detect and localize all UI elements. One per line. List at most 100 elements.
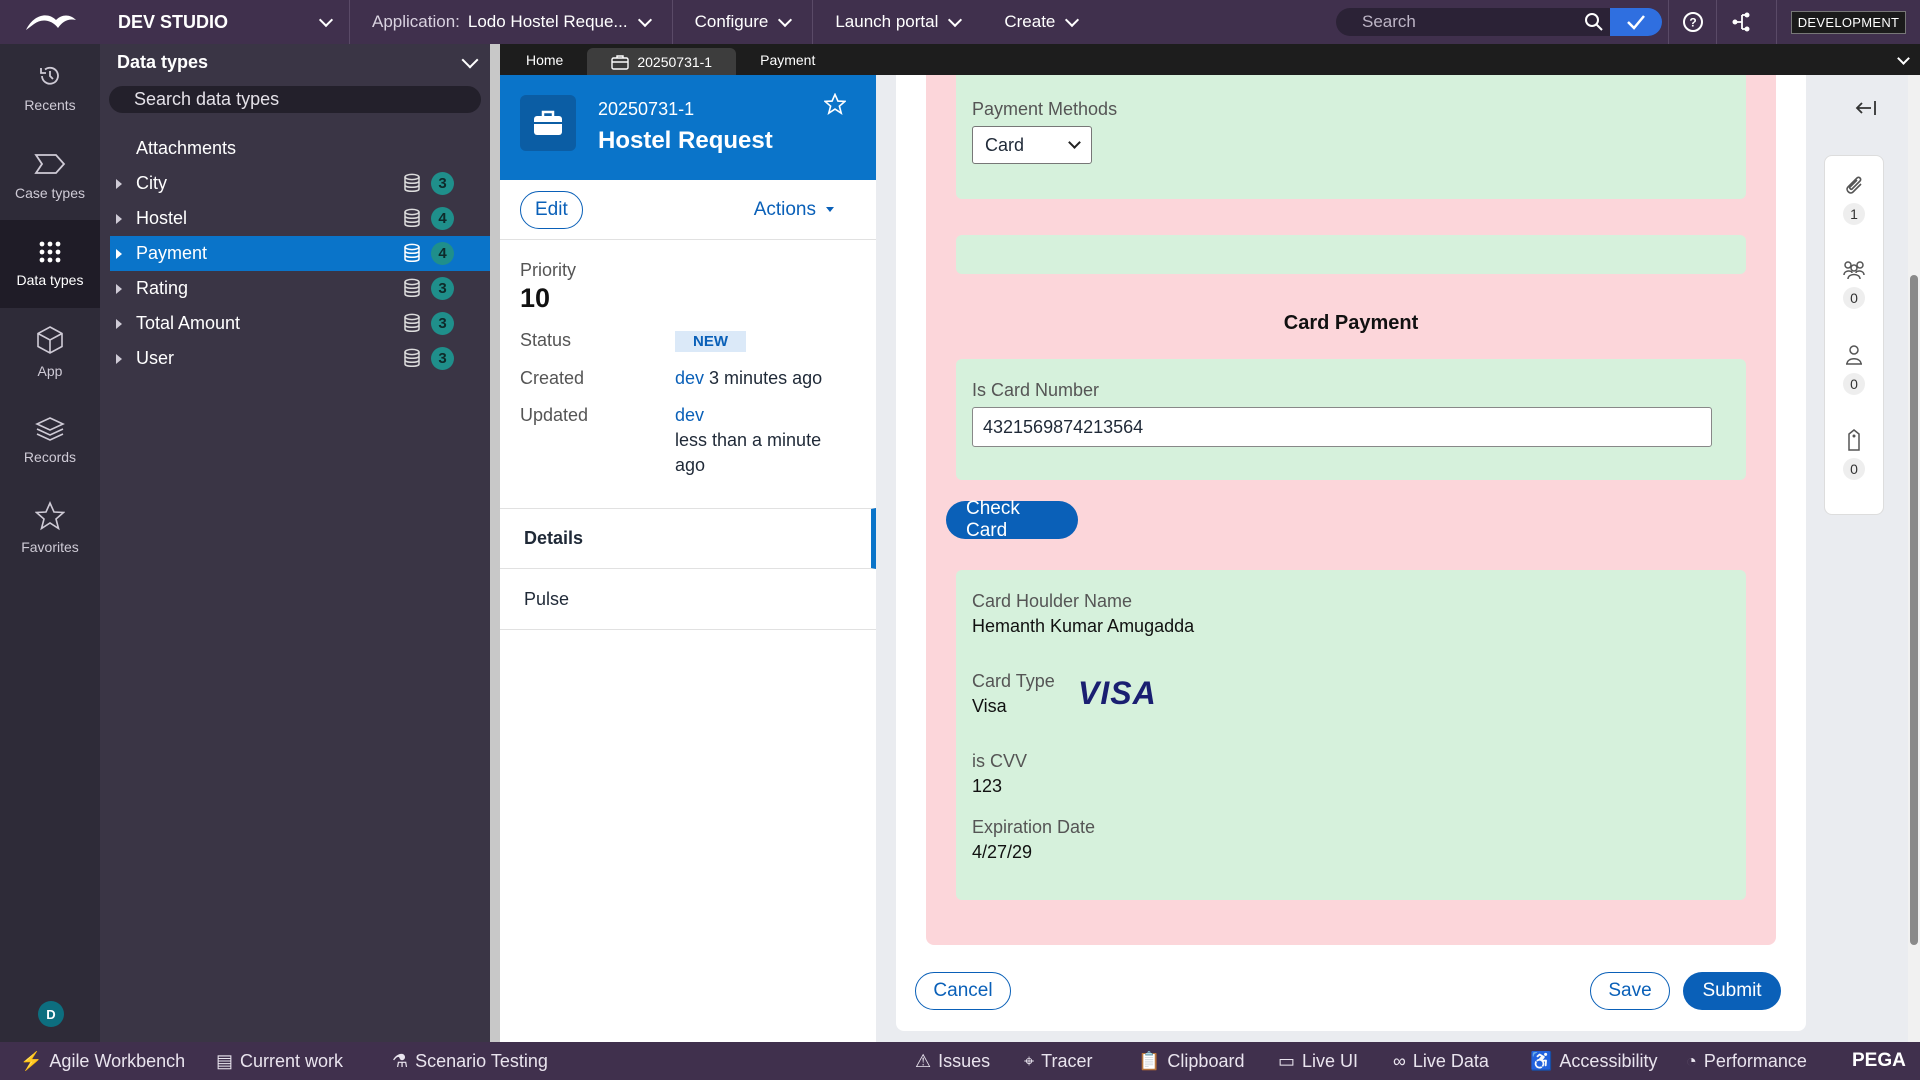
data-type-item[interactable]: Payment 4 bbox=[110, 236, 490, 271]
data-types-explorer: Data types Search data types Attachments… bbox=[100, 44, 490, 1042]
chevron-down-icon bbox=[778, 12, 793, 27]
share-icon[interactable] bbox=[1716, 0, 1764, 44]
chevron-down-icon[interactable] bbox=[1897, 52, 1910, 65]
help-icon[interactable]: ? bbox=[1668, 0, 1716, 44]
live-ui-button[interactable]: ▭ Live UI bbox=[1278, 1042, 1358, 1080]
nav-recents[interactable]: Recents bbox=[0, 44, 100, 132]
accessibility-button[interactable]: ♿ Accessibility bbox=[1530, 1042, 1657, 1080]
tab-home[interactable]: Home bbox=[500, 44, 587, 75]
data-types-search-input[interactable]: Search data types bbox=[109, 86, 481, 113]
studio-switcher[interactable]: DEV STUDIO bbox=[100, 0, 350, 44]
explorer-header[interactable]: Data types bbox=[100, 44, 490, 80]
scenario-testing-button[interactable]: ⚗ Scenario Testing bbox=[392, 1042, 548, 1080]
pega-logo-icon[interactable] bbox=[0, 0, 100, 44]
panel-splitter[interactable] bbox=[490, 44, 500, 1042]
current-work-button[interactable]: ▤ Current work bbox=[216, 1042, 343, 1080]
expand-icon[interactable] bbox=[116, 284, 122, 294]
gauge-icon: ◔ bbox=[1686, 1050, 1697, 1071]
attachments-widget[interactable]: 1 bbox=[1825, 156, 1883, 241]
data-type-item[interactable]: City 3 bbox=[100, 166, 490, 201]
card-number-input[interactable]: 4321569874213564 bbox=[972, 407, 1712, 447]
card-type-label: Card Type bbox=[972, 671, 1055, 691]
data-type-item[interactable]: User 3 bbox=[100, 341, 490, 376]
data-type-item[interactable]: Hostel 4 bbox=[100, 201, 490, 236]
nav-case-types[interactable]: Case types bbox=[0, 132, 100, 220]
issues-button[interactable]: ⚠ Issues bbox=[915, 1042, 990, 1080]
chevron-down-icon bbox=[637, 12, 652, 27]
edit-button[interactable]: Edit bbox=[520, 190, 583, 229]
toolbar-label: Live UI bbox=[1302, 1050, 1359, 1071]
search-icon[interactable] bbox=[1584, 12, 1604, 32]
case-type-icon bbox=[520, 95, 576, 151]
performance-button[interactable]: ◔ Performance bbox=[1686, 1042, 1807, 1080]
database-icon bbox=[404, 313, 420, 332]
actions-menu-button[interactable]: Actions bbox=[754, 199, 834, 221]
data-type-item[interactable]: Total Amount 3 bbox=[100, 306, 490, 341]
configure-menu[interactable]: Configure bbox=[673, 0, 814, 44]
form-card: Payment Methods Card Card Payment Is Car… bbox=[896, 75, 1806, 1031]
scrollbar-thumb[interactable] bbox=[1910, 275, 1918, 945]
updated-by-link[interactable]: dev bbox=[675, 403, 845, 428]
tracer-icon: ⌖ bbox=[1024, 1050, 1035, 1071]
case-title: Hostel Request bbox=[598, 127, 773, 154]
avatar-initial: D bbox=[46, 1006, 56, 1022]
nav-app[interactable]: App bbox=[0, 308, 100, 396]
live-data-button[interactable]: ∞ Live Data bbox=[1393, 1042, 1489, 1080]
nav-data-types[interactable]: Data types bbox=[0, 220, 100, 308]
case-summary-panel: 20250731-1 Hostel Request Edit Actions P… bbox=[500, 75, 876, 1042]
utility-widgets: 1 0 0 0 bbox=[1824, 155, 1884, 515]
favorite-star-icon[interactable] bbox=[824, 93, 846, 115]
nav-records[interactable]: Records bbox=[0, 396, 100, 484]
tags-widget[interactable]: 0 bbox=[1825, 411, 1883, 496]
expand-icon[interactable] bbox=[116, 249, 122, 259]
payment-methods-select[interactable]: Card bbox=[972, 126, 1092, 164]
holder-name-label: Card Houlder Name bbox=[972, 591, 1133, 611]
clipboard-button[interactable]: 📋 Clipboard bbox=[1138, 1042, 1244, 1080]
save-button[interactable]: Save bbox=[1590, 972, 1670, 1010]
visa-logo: VISA bbox=[1078, 675, 1157, 712]
global-search-input[interactable]: Search bbox=[1336, 8, 1662, 36]
data-type-item[interactable]: Rating 3 bbox=[100, 271, 490, 306]
submit-button[interactable]: Submit bbox=[1683, 972, 1781, 1010]
followers-widget[interactable]: 0 bbox=[1825, 241, 1883, 326]
utility-panel: 1 0 0 0 bbox=[1824, 75, 1908, 1042]
search-scope-button[interactable] bbox=[1610, 8, 1662, 36]
data-type-label: Hostel bbox=[136, 208, 188, 228]
nav-favorites[interactable]: Favorites bbox=[0, 484, 100, 572]
expand-icon[interactable] bbox=[116, 214, 122, 224]
launch-portal-menu[interactable]: Launch portal bbox=[813, 0, 982, 44]
agile-workbench-button[interactable]: ⚡ Agile Workbench bbox=[20, 1042, 185, 1080]
toolbar-label: Scenario Testing bbox=[415, 1050, 548, 1071]
collapse-panel-icon[interactable] bbox=[1854, 98, 1878, 118]
data-type-item[interactable]: Attachments bbox=[100, 131, 490, 166]
vertical-scrollbar[interactable] bbox=[1908, 75, 1920, 1042]
expand-icon[interactable] bbox=[116, 319, 122, 329]
tab-case[interactable]: 20250731-1 bbox=[587, 48, 737, 75]
data-types-list: Attachments City 3 Hostel 4 Payment 4 Ra… bbox=[100, 131, 490, 376]
card-number-label: Is Card Number bbox=[972, 380, 1100, 400]
avatar[interactable]: D bbox=[38, 1001, 64, 1027]
history-icon bbox=[40, 66, 59, 85]
nav-label: Recents bbox=[24, 97, 76, 113]
expand-icon[interactable] bbox=[116, 354, 122, 364]
chevron-down-icon bbox=[1068, 136, 1081, 149]
expand-icon[interactable] bbox=[116, 179, 122, 189]
created-by-link[interactable]: dev bbox=[675, 368, 704, 388]
updated-label: Updated bbox=[520, 405, 589, 425]
create-menu[interactable]: Create bbox=[982, 0, 1099, 44]
database-icon bbox=[404, 243, 420, 262]
record-count-badge: 3 bbox=[431, 312, 454, 335]
data-type-label: Rating bbox=[136, 278, 189, 298]
tab-details[interactable]: Details bbox=[500, 508, 876, 569]
grid-dots-icon bbox=[39, 241, 61, 263]
monitor-icon: ▭ bbox=[1278, 1050, 1296, 1071]
tab-pulse[interactable]: Pulse bbox=[500, 569, 876, 630]
application-menu[interactable]: Application: Lodo Hostel Reque... bbox=[350, 0, 673, 44]
check-card-button[interactable]: Check Card bbox=[946, 498, 1078, 541]
cancel-button[interactable]: Cancel bbox=[915, 972, 1011, 1010]
stakeholders-widget[interactable]: 0 bbox=[1825, 326, 1883, 411]
pega-brand: PEGA bbox=[1852, 1042, 1906, 1080]
tracer-button[interactable]: ⌖ Tracer bbox=[1024, 1042, 1092, 1080]
stakeholder-icon bbox=[1846, 344, 1862, 365]
tab-payment[interactable]: Payment bbox=[736, 44, 839, 75]
